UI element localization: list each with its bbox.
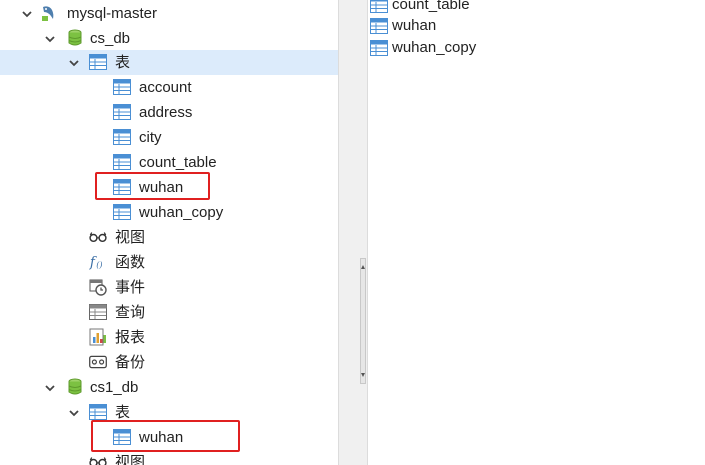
table-icon — [113, 128, 131, 146]
chevron-down-icon[interactable] — [44, 382, 56, 394]
connection-label: mysql-master — [67, 5, 158, 22]
queries-label: 查询 — [115, 304, 146, 321]
table-icon — [370, 39, 388, 57]
object-list-pane[interactable]: count_table wuhan wuhan_copy — [368, 0, 705, 465]
tree-node-events[interactable]: 事件 — [0, 275, 338, 300]
object-item[interactable]: count_table — [368, 0, 470, 16]
object-label: wuhan_copy — [392, 39, 477, 56]
chevron-down-icon[interactable] — [68, 57, 80, 69]
tree-node-table[interactable]: city — [0, 125, 338, 150]
object-label: wuhan — [392, 17, 437, 34]
navigator-tree[interactable]: mysql-master cs_db 表 account address cit… — [0, 0, 338, 465]
function-icon: f () — [89, 253, 107, 271]
tree-node-db-cs_db[interactable]: cs_db — [0, 26, 338, 51]
reports-label: 报表 — [115, 329, 146, 346]
database-label: cs_db — [90, 30, 131, 47]
tree-node-views[interactable]: 视图 — [0, 450, 338, 465]
tables-folder-icon — [89, 403, 107, 421]
table-icon — [113, 153, 131, 171]
database-icon — [66, 378, 84, 396]
table-label: count_table — [139, 154, 217, 171]
views-label: 视图 — [115, 454, 146, 465]
object-label: count_table — [392, 0, 470, 13]
object-item[interactable]: wuhan_copy — [368, 37, 476, 59]
table-label: city — [139, 129, 162, 146]
database-label: cs1_db — [90, 379, 139, 396]
svg-text:(): () — [96, 259, 102, 269]
object-item[interactable]: wuhan — [368, 15, 436, 37]
arrow-down-icon — [361, 373, 365, 377]
events-label: 事件 — [115, 279, 146, 296]
tree-node-views[interactable]: 视图 — [0, 225, 338, 250]
arrow-up-icon — [361, 265, 365, 269]
tree-node-backups[interactable]: 备份 — [0, 350, 338, 375]
report-chart-icon — [89, 328, 107, 346]
highlight-box — [91, 420, 240, 452]
views-label: 视图 — [115, 229, 146, 246]
tables-label: 表 — [115, 54, 131, 71]
chevron-down-icon[interactable] — [44, 33, 56, 45]
tree-node-table[interactable]: wuhan_copy — [0, 200, 338, 225]
chevron-down-icon[interactable] — [68, 407, 80, 419]
table-icon — [370, 17, 388, 35]
table-icon — [113, 203, 131, 221]
table-label: wuhan_copy — [139, 204, 224, 221]
chevron-down-icon[interactable] — [21, 8, 33, 20]
highlight-box — [95, 172, 210, 200]
database-icon — [66, 29, 84, 47]
pane-splitter[interactable] — [338, 0, 368, 465]
glasses-icon — [89, 453, 107, 465]
table-icon — [370, 0, 388, 14]
event-clock-icon — [89, 278, 107, 296]
tree-node-table[interactable]: address — [0, 100, 338, 125]
tables-folder-icon — [89, 53, 107, 71]
glasses-icon — [89, 228, 107, 246]
functions-label: 函数 — [115, 254, 146, 271]
tree-node-table[interactable]: account — [0, 75, 338, 100]
tree-node-queries[interactable]: 查询 — [0, 300, 338, 325]
table-icon — [113, 78, 131, 96]
tree-node-connection[interactable]: mysql-master — [0, 1, 338, 26]
backup-tape-icon — [89, 353, 107, 371]
mysql-connection-icon — [40, 4, 58, 22]
tree-node-reports[interactable]: 报表 — [0, 325, 338, 350]
backups-label: 备份 — [115, 354, 146, 371]
tree-node-functions[interactable]: f () 函数 — [0, 250, 338, 275]
query-icon — [89, 303, 107, 321]
splitter-grip[interactable] — [360, 258, 366, 384]
tree-node-tables-cs_db[interactable]: 表 — [0, 50, 338, 75]
tree-node-db-cs1_db[interactable]: cs1_db — [0, 375, 338, 400]
table-label: address — [139, 104, 193, 121]
table-icon — [113, 103, 131, 121]
table-label: account — [139, 79, 192, 96]
